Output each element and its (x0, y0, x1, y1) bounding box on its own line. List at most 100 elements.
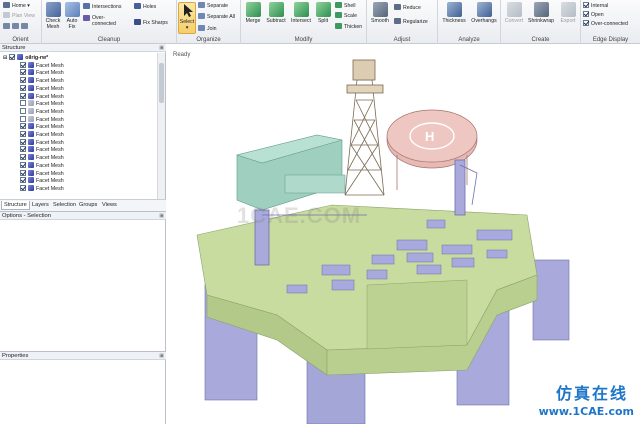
tree-item-facet-mesh[interactable]: Facet Mesh (20, 61, 64, 70)
regularize-button[interactable]: Regularize (394, 18, 428, 26)
zoom-icon (21, 23, 28, 29)
tab-structure[interactable]: Structure (1, 201, 30, 210)
orient-mini-tools[interactable] (3, 23, 30, 31)
export-button[interactable]: Export (557, 2, 579, 24)
join-button[interactable]: Join (198, 25, 217, 33)
tree-item-facet-mesh[interactable]: Facet Mesh (20, 177, 64, 185)
tree-root-item[interactable]: ⊟ oilrig-rw* (3, 54, 48, 62)
ribbon-group-create: Convert Shrinkwrap Export Create (501, 0, 581, 44)
holes-icon (134, 3, 141, 9)
checkbox-checked-icon[interactable] (20, 177, 26, 184)
subtract-button[interactable]: Subtract (264, 2, 288, 24)
thickness-button[interactable]: Thickness (440, 2, 468, 24)
checkbox-checked-icon[interactable] (20, 146, 26, 153)
check-mesh-button[interactable]: Check Mesh (43, 2, 63, 30)
smooth-button[interactable]: Smooth (369, 2, 391, 24)
home-button[interactable]: Home ▾ (3, 2, 30, 10)
group-caption-orient: Orient (12, 37, 29, 43)
tree-item-facet-mesh[interactable]: Facet Mesh (20, 69, 64, 77)
convert-button[interactable]: Convert (503, 2, 525, 24)
oil-rig-model[interactable]: H (167, 45, 640, 424)
structure-panel-title: Structure ▣ (0, 44, 166, 52)
tree-item-facet-mesh[interactable]: Facet Mesh (20, 92, 64, 101)
tab-groups[interactable]: Groups (77, 201, 99, 210)
facet-mesh-icon (28, 154, 34, 161)
checkbox-checked-icon[interactable] (20, 161, 26, 168)
tree-item-facet-mesh[interactable]: Facet Mesh (20, 154, 64, 162)
checkbox-checked-icon[interactable] (20, 84, 26, 91)
internal-checkbox[interactable]: Internal (583, 2, 608, 10)
checkbox-checked-icon[interactable] (20, 169, 26, 176)
split-button[interactable]: Split (314, 2, 332, 24)
auto-fix-button[interactable]: Auto Fix (64, 2, 80, 30)
merge-button[interactable]: Merge (243, 2, 263, 24)
overhangs-button[interactable]: Overhangs (469, 2, 499, 24)
checkbox-checked-icon[interactable] (20, 138, 26, 145)
tree-item-facet-mesh[interactable]: Facet Mesh (20, 115, 64, 124)
tree-item-facet-mesh[interactable]: Facet Mesh (20, 184, 64, 193)
separate-all-button[interactable]: Separate All (198, 13, 235, 21)
scale-button[interactable]: Scale (335, 12, 357, 20)
pin-icon[interactable]: ▣ (159, 352, 164, 360)
ribbon-toolbar: Home ▾ Plan View Orient Check Mesh Auto … (0, 0, 640, 44)
thicken-button[interactable]: Thicken (335, 23, 362, 31)
checkbox-checked-icon[interactable] (20, 69, 26, 76)
scrollbar-thumb[interactable] (159, 63, 164, 103)
checkbox-checked-icon[interactable] (20, 184, 26, 191)
checkbox-checked-icon[interactable] (20, 61, 26, 68)
tree-item-facet-mesh[interactable]: Facet Mesh (20, 107, 64, 116)
facet-mesh-icon (28, 92, 34, 99)
collapse-icon[interactable]: ⊟ (3, 55, 7, 61)
checkbox-unchecked-icon[interactable] (20, 107, 26, 114)
separate-button[interactable]: Separate (198, 2, 228, 10)
open-checkbox[interactable]: Open (583, 11, 604, 19)
checkbox-checked-icon[interactable] (20, 123, 26, 130)
checkbox-checked-icon[interactable] (9, 54, 16, 60)
intersect-button[interactable]: Intersect (289, 2, 313, 24)
group-caption-analyze: Analyze (458, 37, 480, 43)
group-caption-organize: Organize (196, 37, 221, 43)
tab-views[interactable]: Views (100, 201, 119, 210)
watermark-chinese-text: 仿真在线 (555, 384, 628, 403)
checkbox-checked-icon (583, 2, 589, 8)
checkbox-checked-icon[interactable] (20, 92, 26, 99)
tree-item-facet-mesh[interactable]: Facet Mesh (20, 169, 64, 178)
checkbox-unchecked-icon[interactable] (20, 115, 26, 122)
shrinkwrap-button[interactable]: Shrinkwrap (526, 2, 556, 24)
checkbox-checked-icon[interactable] (20, 154, 26, 161)
3d-viewport[interactable]: H Ready 1CAE.COM 仿真在线 www.1CAE.com (167, 45, 640, 424)
shell-button[interactable]: Shell (335, 2, 356, 10)
fix-sharps-button[interactable]: Fix Sharps (134, 19, 168, 27)
tree-item-facet-mesh[interactable]: Facet Mesh (20, 161, 64, 170)
tree-item-facet-mesh[interactable]: Facet Mesh (20, 146, 64, 154)
checkbox-checked-icon[interactable] (20, 131, 26, 137)
select-button[interactable]: Select ▾ (178, 2, 196, 34)
facet-mesh-icon (28, 100, 34, 107)
intersections-button[interactable]: Intersections (83, 3, 121, 11)
tree-item-facet-mesh[interactable]: Facet Mesh (20, 138, 64, 147)
options-panel-title: Options - Selection ▣ (0, 212, 166, 220)
holes-button[interactable]: Holes (134, 3, 156, 11)
over-connected-button[interactable]: Over-connected (83, 15, 118, 29)
tab-layers[interactable]: Layers (30, 201, 51, 210)
tree-scrollbar[interactable] (157, 53, 165, 203)
over-connected-checkbox[interactable]: Over-connected (583, 20, 628, 28)
tree-item-facet-mesh[interactable]: Facet Mesh (20, 123, 64, 131)
plan-view-button[interactable]: Plan View (3, 12, 35, 20)
tree-item-facet-mesh[interactable]: Facet Mesh (20, 131, 64, 139)
checkbox-unchecked-icon[interactable] (20, 100, 26, 107)
tree-item-facet-mesh[interactable]: Facet Mesh (20, 100, 64, 108)
separate-icon (198, 2, 205, 8)
reduce-button[interactable]: Reduce (394, 4, 421, 12)
ribbon-group-organize: Select ▾ Separate Separate All Join Orga… (177, 0, 241, 44)
tab-selection[interactable]: Selection (51, 201, 78, 210)
group-caption-create: Create (531, 37, 550, 43)
tree-item-facet-mesh[interactable]: Facet Mesh (20, 77, 64, 85)
check-mesh-icon (45, 2, 61, 17)
pin-icon[interactable]: ▣ (159, 212, 164, 220)
viewport-status: Ready (173, 52, 191, 58)
rotate-icon (3, 23, 10, 29)
checkbox-checked-icon[interactable] (20, 77, 26, 84)
pin-icon[interactable]: ▣ (159, 44, 164, 52)
tree-item-facet-mesh[interactable]: Facet Mesh (20, 84, 64, 93)
